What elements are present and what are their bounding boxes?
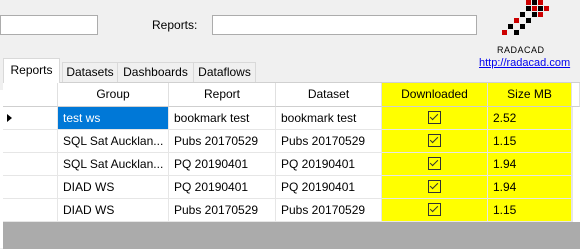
downloaded-checkbox-icon[interactable] <box>428 111 441 124</box>
table-cell-size[interactable]: 2.52 <box>488 107 572 130</box>
table-cell-dataset[interactable]: bookmark test <box>276 107 382 130</box>
table-cell-group[interactable]: DIAD WS <box>58 176 169 199</box>
tab-dataflows[interactable]: Dataflows <box>193 62 256 82</box>
header-filler <box>572 83 580 107</box>
current-row-arrow-icon <box>7 114 12 122</box>
logo-brand-text: RADACAD <box>497 45 545 55</box>
reports-label: Reports: <box>152 18 198 32</box>
column-header-group[interactable]: Group <box>58 83 169 107</box>
row-header[interactable] <box>3 107 58 130</box>
table-cell-report[interactable]: Pubs 20170529 <box>169 130 276 153</box>
table-cell-dataset[interactable]: PQ 20190401 <box>276 176 382 199</box>
table-cell-group[interactable]: SQL Sat Aucklan... <box>58 130 169 153</box>
table-cell-downloaded[interactable] <box>382 107 488 130</box>
table-cell-group[interactable]: SQL Sat Aucklan... <box>58 153 169 176</box>
table-cell-downloaded[interactable] <box>382 130 488 153</box>
table-cell-size[interactable]: 1.94 <box>488 153 572 176</box>
table-cell-group[interactable]: DIAD WS <box>58 199 169 222</box>
column-header-report[interactable]: Report <box>169 83 276 107</box>
column-header-dataset[interactable]: Dataset <box>276 83 382 107</box>
row-header[interactable] <box>3 176 58 199</box>
table-cell-size[interactable]: 1.94 <box>488 176 572 199</box>
table-cell-downloaded[interactable] <box>382 176 488 199</box>
row-header[interactable] <box>3 153 58 176</box>
table-cell-dataset[interactable]: Pubs 20170529 <box>276 130 382 153</box>
table-cell-dataset[interactable]: Pubs 20170529 <box>276 199 382 222</box>
radacad-logo-icon <box>502 0 549 35</box>
table-cell-report[interactable]: PQ 20190401 <box>169 153 276 176</box>
downloaded-checkbox-icon[interactable] <box>428 157 441 170</box>
table-cell-downloaded[interactable] <box>382 153 488 176</box>
column-header-size-mb[interactable]: Size MB <box>488 83 572 107</box>
table-cell-size[interactable]: 1.15 <box>488 130 572 153</box>
grid-right-filler <box>572 107 580 222</box>
table-cell-dataset[interactable]: PQ 20190401 <box>276 153 382 176</box>
row-header[interactable] <box>3 130 58 153</box>
table-cell-size[interactable]: 1.15 <box>488 199 572 222</box>
table-cell-report[interactable]: Pubs 20170529 <box>169 199 276 222</box>
row-header[interactable] <box>3 199 58 222</box>
table-cell-report[interactable]: PQ 20190401 <box>169 176 276 199</box>
downloaded-checkbox-icon[interactable] <box>428 180 441 193</box>
left-textbox[interactable] <box>0 15 98 35</box>
table-cell-downloaded[interactable] <box>382 199 488 222</box>
reports-textbox[interactable] <box>212 15 477 35</box>
tab-dashboards[interactable]: Dashboards <box>117 62 194 82</box>
tab-datasets[interactable]: Datasets <box>62 62 118 82</box>
row-header-corner <box>3 83 58 107</box>
reports-grid[interactable]: Group Report Dataset Downloaded Size MB … <box>3 82 580 249</box>
radacad-link[interactable]: http://radacad.com <box>479 57 570 69</box>
tab-reports[interactable]: Reports <box>3 58 60 83</box>
downloaded-checkbox-icon[interactable] <box>428 134 441 147</box>
table-cell-report[interactable]: bookmark test <box>169 107 276 130</box>
table-cell-group[interactable]: test ws <box>58 107 169 130</box>
column-header-downloaded[interactable]: Downloaded <box>382 83 488 107</box>
downloaded-checkbox-icon[interactable] <box>428 203 441 216</box>
